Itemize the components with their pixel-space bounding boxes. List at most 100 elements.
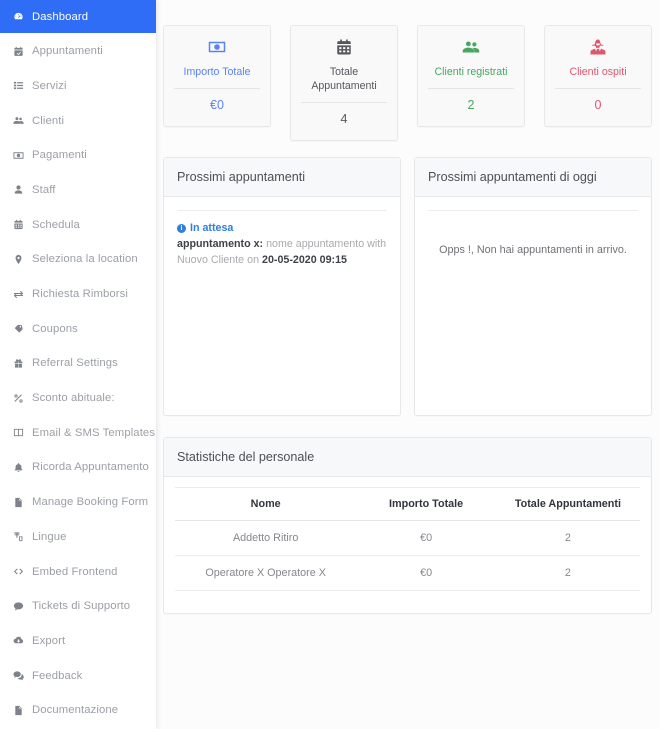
table-cell: Operatore X Operatore X (175, 555, 357, 591)
calendar-check-icon (11, 46, 26, 57)
sidebar-item-clienti[interactable]: Clienti (0, 104, 156, 137)
sidebar-item-coupons[interactable]: Coupons (0, 312, 156, 345)
divider (428, 88, 514, 89)
sidebar-item-label: Pagamenti (32, 149, 87, 162)
sidebar-item-label: Richiesta Rimborsi (32, 288, 128, 300)
sidebar-item-export[interactable]: Export (0, 624, 156, 657)
sidebar-item-referral-settings[interactable]: Referral Settings (0, 347, 156, 380)
sidebar-item-servizi[interactable]: Servizi (0, 69, 156, 102)
sidebar-item-seleziona-la-location[interactable]: Seleziona la location (0, 243, 156, 276)
calendar-icon (11, 219, 26, 230)
table-header-row: Nome Importo Totale Totale Appuntamenti (175, 487, 640, 521)
sidebar-item-label: Ricorda Appuntamento (32, 461, 149, 474)
today-appointments-body: Opps !, Non hai appuntamenti in arrivo. (415, 197, 651, 415)
upcoming-appointments-panel: Prossimi appuntamenti i In attesa appunt… (163, 157, 401, 416)
sidebar-item-tickets-di-supporto[interactable]: Tickets di Supporto (0, 590, 156, 623)
appointment-name: appuntamento x (177, 238, 260, 250)
dashboard-app: Dashboard Appuntamenti Servizi Clienti Pagam… (0, 0, 660, 729)
divider (555, 88, 641, 89)
sidebar-item-label: Export (32, 634, 66, 647)
appointment-with-label: with (367, 238, 387, 250)
table-cell: €0 (356, 555, 496, 591)
today-appointments-panel: Prossimi appuntamenti di oggi Opps !, No… (414, 157, 652, 416)
sidebar-item-label: Seleziona la location (32, 253, 138, 266)
table-row: Operatore X Operatore X €0 2 (175, 555, 640, 591)
tags-icon (11, 323, 26, 334)
stat-card-importo-totale[interactable]: Importo Totale €0 (163, 25, 271, 127)
stat-card-title: Clienti registrati (434, 66, 508, 78)
stat-card-value: 4 (340, 112, 348, 126)
sidebar-item-documentazione[interactable]: Documentazione (0, 694, 156, 727)
today-appointments-title: Prossimi appuntamenti di oggi (415, 158, 651, 197)
list-icon (11, 80, 26, 91)
upcoming-appointments-title: Prossimi appuntamenti (164, 158, 400, 197)
table-row: Addetto Ritiro €0 2 (175, 520, 640, 556)
appointment-client: Nuovo Cliente (177, 253, 245, 266)
sidebar-item-ricorda-appuntamento[interactable]: Ricorda Appuntamento (0, 451, 156, 484)
staff-statistics-table: Nome Importo Totale Totale Appuntamenti Ad… (175, 487, 640, 591)
divider (174, 88, 260, 89)
money-bill-icon (170, 36, 264, 58)
upcoming-appointments-body: i In attesa appuntamento x: nome appunta… (164, 197, 400, 415)
stat-cards: Importo Totale €0 Totale Appuntamenti 4 Clie… (163, 0, 652, 141)
stat-card-clienti-ospiti[interactable]: Clienti ospiti 0 (544, 25, 652, 127)
sidebar-item-email-sms-templates[interactable]: Email & SMS Templates (0, 416, 156, 449)
sidebar-item-staff[interactable]: Staff (0, 173, 156, 206)
divider (301, 102, 387, 103)
sidebar-item-pagamenti[interactable]: Pagamenti (0, 139, 156, 172)
users-icon (11, 115, 26, 126)
sidebar-item-label: Appuntamenti (32, 45, 103, 58)
appointment-status-badge: i In attesa (177, 222, 387, 234)
sidebar-item-richiesta-rimborsi[interactable]: Richiesta Rimborsi (0, 278, 156, 311)
table-column-header: Totale Appuntamenti (495, 487, 640, 521)
sidebar-item-manage-booking-form[interactable]: Manage Booking Form (0, 486, 156, 519)
appointment-detail[interactable]: appuntamento x: nome appuntamento with N… (177, 237, 387, 268)
sidebar-item-label: Coupons (32, 322, 78, 335)
table-cell: Addetto Ritiro (175, 520, 357, 556)
sidebar-item-embed-frontend[interactable]: Embed Frontend (0, 555, 156, 588)
exchange-icon (11, 289, 26, 300)
percent-icon (11, 393, 26, 404)
dashboard-icon (11, 11, 26, 22)
file-alt-icon (11, 497, 26, 508)
sidebar-item-label: Schedula (32, 218, 80, 231)
sidebar-item-appuntamenti[interactable]: Appuntamenti (0, 35, 156, 68)
sidebar-item-dashboard[interactable]: Dashboard (0, 0, 156, 33)
user-icon (11, 184, 26, 195)
code-icon (11, 566, 26, 577)
users-icon (424, 36, 518, 58)
sidebar-item-sconto-abituale[interactable]: Sconto abituale: (0, 382, 156, 415)
sidebar-item-label: Manage Booking Form (32, 496, 149, 509)
staff-statistics-panel: Statistiche del personale Nome Importo To… (163, 437, 652, 614)
map-marker-icon (11, 254, 26, 265)
stat-card-value: 0 (594, 98, 602, 112)
main-content: Importo Totale €0 Totale Appuntamenti 4 Clie… (156, 0, 660, 729)
bell-icon (11, 462, 26, 473)
stat-card-title: Totale Appuntamenti (311, 66, 377, 92)
appointment-description: nome appuntamento (266, 238, 365, 250)
sidebar-item-label: Tickets di Supporto (32, 600, 131, 613)
sidebar-item-label: Clienti (32, 114, 65, 127)
cloud-download-icon (11, 635, 26, 646)
stat-card-title: Importo Totale (183, 66, 251, 78)
sidebar-item-lingue[interactable]: Lingue (0, 520, 156, 553)
sidebar-item-label: Feedback (32, 669, 83, 682)
today-empty-message: Opps !, Non hai appuntamenti in arrivo. (439, 244, 627, 256)
sidebar-item-schedula[interactable]: Schedula (0, 208, 156, 241)
sidebar: Dashboard Appuntamenti Servizi Clienti Pagam… (0, 0, 156, 729)
stat-card-clienti-registrati[interactable]: Clienti registrati 2 (417, 25, 525, 127)
stat-card-totale-appuntamenti[interactable]: Totale Appuntamenti 4 (290, 25, 398, 141)
sidebar-item-feedback[interactable]: Feedback (0, 659, 156, 692)
sidebar-item-label: Staff (32, 183, 56, 196)
sidebar-item-label: Embed Frontend (32, 565, 118, 578)
sidebar-item-label: Dashboard (32, 10, 89, 23)
stat-card-value: €0 (210, 98, 224, 112)
table-cell: €0 (356, 520, 496, 556)
comments-icon (11, 670, 26, 681)
stat-card-title: Clienti ospiti (569, 66, 627, 78)
language-icon (11, 531, 26, 542)
comment-icon (11, 601, 26, 612)
appointment-status-label: In attesa (190, 222, 234, 234)
sidebar-item-label: Servizi (32, 79, 67, 92)
divider (177, 210, 387, 211)
